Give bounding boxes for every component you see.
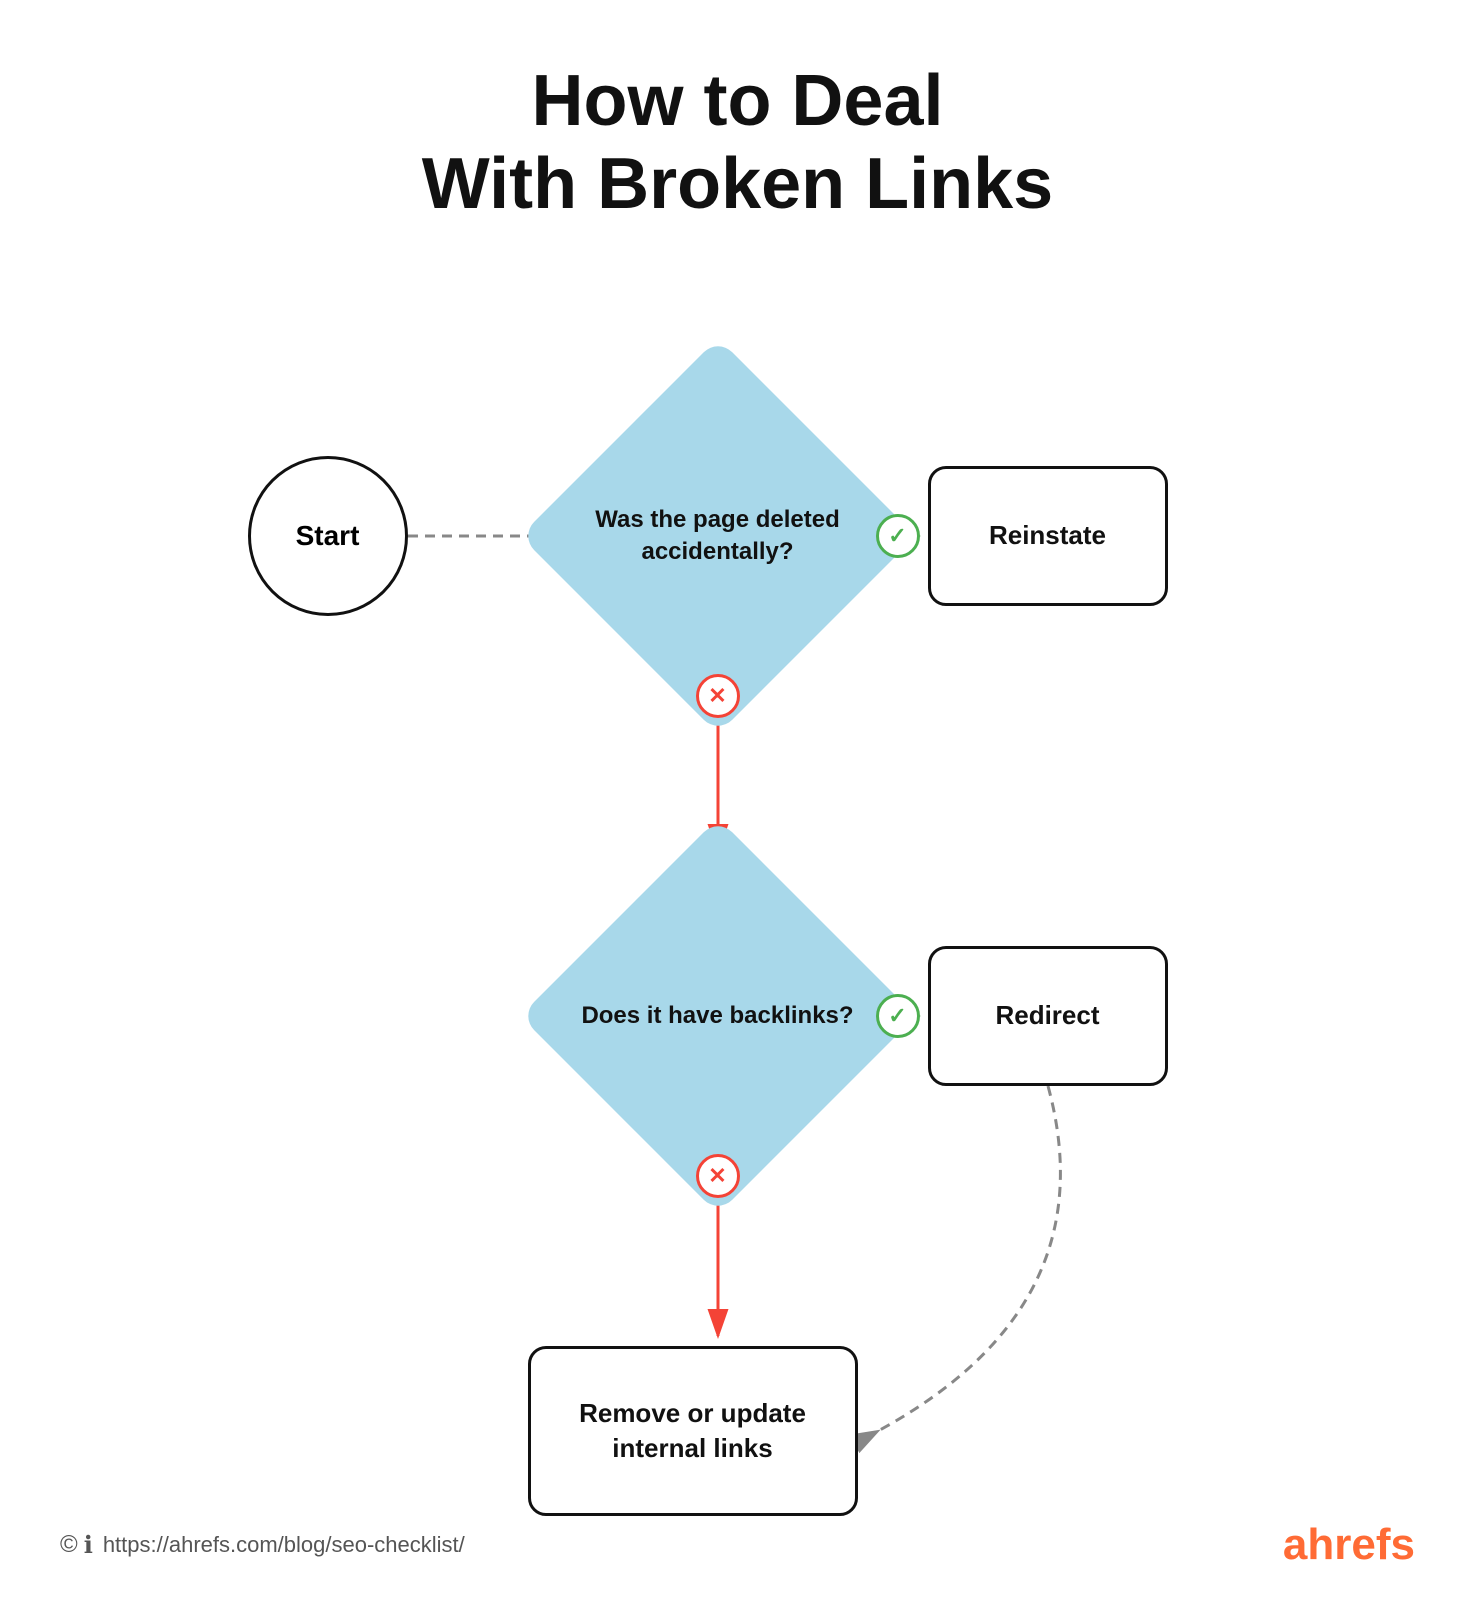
reinstate-box: Reinstate [928,466,1168,606]
info-icon: ℹ [84,1531,93,1560]
remove-box: Remove or update internal links [528,1346,858,1516]
footer: © ℹ https://ahrefs.com/blog/seo-checklis… [0,1520,1475,1570]
cc-icon: © [60,1531,78,1560]
footer-icons: © ℹ [60,1531,93,1560]
page-title: How to Deal With Broken Links [422,60,1053,226]
diamond-2-label: Does it have backlinks? [578,876,858,1156]
diagram-area: Start ✓ ✕ ✓ ✕ Was the page deleted accid… [188,256,1288,1600]
yes-icon-1: ✓ [876,514,920,558]
start-node: Start [248,456,408,616]
ahrefs-logo: ahrefs [1283,1520,1415,1570]
redirect-box: Redirect [928,946,1168,1086]
yes-icon-2: ✓ [876,994,920,1038]
diamond-1-label: Was the page deleted accidentally? [578,396,858,676]
no-icon-1: ✕ [696,674,740,718]
footer-url: https://ahrefs.com/blog/seo-checklist/ [103,1532,465,1558]
footer-left: © ℹ https://ahrefs.com/blog/seo-checklis… [60,1531,465,1560]
no-icon-2: ✕ [696,1154,740,1198]
